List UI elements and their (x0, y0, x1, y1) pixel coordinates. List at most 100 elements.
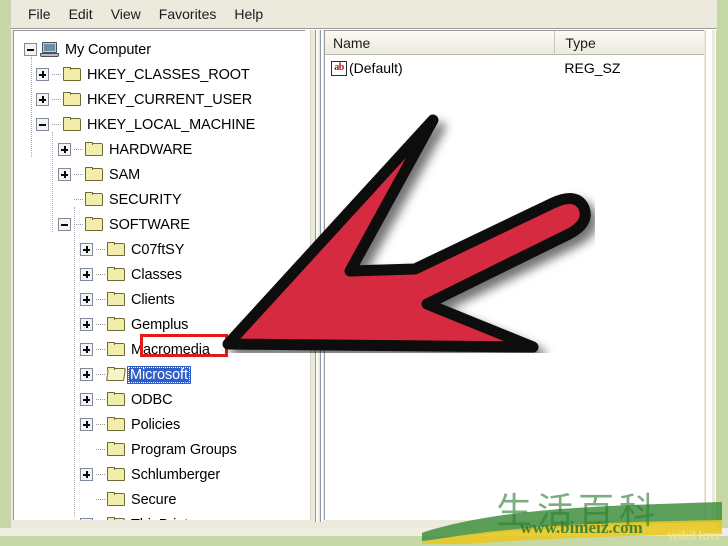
expand-icon-hardware[interactable] (58, 143, 71, 156)
folder-icon (107, 267, 126, 282)
tree-node-thinprint[interactable]: ThinPrint (24, 512, 305, 520)
tree-node-microsoft[interactable]: Microsoft (24, 362, 305, 387)
tree-node-label: ThinPrint (127, 517, 188, 521)
expand-icon-thinprint[interactable] (80, 518, 93, 520)
tree-pane-scrollbar[interactable] (305, 30, 311, 520)
collapse-icon-hkey-local-machine[interactable] (36, 118, 49, 131)
value-type-cell: REG_SZ (564, 60, 621, 76)
page-band-green (0, 536, 728, 546)
tree-node-c07ftsy[interactable]: C07ftSY (24, 237, 305, 262)
menu-item-edit[interactable]: Edit (60, 3, 102, 25)
column-header-type[interactable]: Type (554, 31, 704, 55)
folder-icon (107, 242, 126, 257)
tree-connector (96, 424, 105, 425)
tree-node-label: C07ftSY (131, 241, 185, 258)
folder-icon (107, 492, 126, 507)
expand-icon-schlumberger[interactable] (80, 468, 93, 481)
folder-icon (63, 67, 82, 82)
expander-placeholder (80, 443, 93, 456)
tree-node-gemplus[interactable]: Gemplus (24, 312, 305, 337)
values-pane-scrollbar[interactable] (705, 30, 712, 520)
expand-icon-gemplus[interactable] (80, 318, 93, 331)
folder-icon (107, 442, 126, 457)
tree-connector (52, 124, 61, 125)
value-name-text: (Default) (349, 60, 403, 76)
column-header-name[interactable]: Name (325, 31, 554, 55)
tree-connector (74, 174, 83, 175)
page-canvas: File Edit View Favorites Help My Compute… (0, 0, 728, 546)
collapse-icon-software[interactable] (58, 218, 71, 231)
tree-node-label-selected: Microsoft (127, 365, 191, 384)
tree-node-schlumberger[interactable]: Schlumberger (24, 462, 305, 487)
expand-icon-clients[interactable] (80, 293, 93, 306)
tree-connector (96, 374, 105, 375)
tree-node-odbc[interactable]: ODBC (24, 387, 305, 412)
page-band-cream (0, 528, 728, 536)
table-row[interactable]: ab (Default) REG_SZ (325, 55, 704, 81)
tree-node-my-computer[interactable]: My Computer (24, 37, 305, 62)
expander-placeholder (80, 493, 93, 506)
tree-node-program-groups[interactable]: Program Groups (24, 437, 305, 462)
tree-node-security[interactable]: SECURITY (24, 187, 305, 212)
tree-node-macromedia[interactable]: Macromedia (24, 337, 305, 362)
tree-node-label: HKEY_LOCAL_MACHINE (87, 116, 256, 133)
menu-item-view[interactable]: View (102, 3, 150, 25)
string-value-icon: ab (331, 60, 347, 76)
expand-icon-c07ftsy[interactable] (80, 243, 93, 256)
tree-node-hkey-classes-root[interactable]: HKEY_CLASSES_ROOT (24, 62, 305, 87)
folder-icon (85, 217, 104, 232)
tree-node-policies[interactable]: Policies (24, 412, 305, 437)
tree-node-label: Gemplus (131, 316, 189, 333)
tree-connector (96, 249, 105, 250)
tree-node-label: Secure (131, 491, 177, 508)
tree-node-label: Macromedia (131, 341, 210, 358)
menu-item-file[interactable]: File (19, 3, 60, 25)
tree-connector (96, 299, 105, 300)
registry-tree-pane[interactable]: My Computer HKEY_CLASSES_ROOT HKEY_CURRE… (13, 30, 305, 520)
tree-node-label: SECURITY (109, 191, 182, 208)
tree-node-label: Policies (131, 416, 181, 433)
folder-icon (107, 292, 126, 307)
folder-icon (63, 92, 82, 107)
tree-node-clients[interactable]: Clients (24, 287, 305, 312)
tree-connector (52, 74, 61, 75)
collapse-icon-my-computer[interactable] (24, 43, 37, 56)
tree-connector (74, 199, 83, 200)
folder-icon (107, 342, 126, 357)
editor-panes: My Computer HKEY_CLASSES_ROOT HKEY_CURRE… (11, 30, 717, 528)
tree-connector (52, 99, 61, 100)
tree-connector (96, 274, 105, 275)
tree-node-hkey-current-user[interactable]: HKEY_CURRENT_USER (24, 87, 305, 112)
pane-splitter[interactable] (314, 30, 324, 522)
expand-icon-policies[interactable] (80, 418, 93, 431)
values-column-header: Name Type (325, 31, 704, 55)
tree-node-secure[interactable]: Secure (24, 487, 305, 512)
folder-icon (107, 317, 126, 332)
tree-node-label: SAM (109, 166, 141, 183)
registry-editor-window: File Edit View Favorites Help My Compute… (10, 0, 717, 528)
menu-item-favorites[interactable]: Favorites (150, 3, 226, 25)
menu-item-help[interactable]: Help (225, 3, 272, 25)
tree-node-hkey-local-machine[interactable]: HKEY_LOCAL_MACHINE (24, 112, 305, 137)
expand-icon-odbc[interactable] (80, 393, 93, 406)
tree-node-label: Program Groups (131, 441, 237, 458)
tree-node-sam[interactable]: SAM (24, 162, 305, 187)
tree-connector (96, 399, 105, 400)
expand-icon-classes[interactable] (80, 268, 93, 281)
folder-icon (63, 117, 82, 132)
tree-node-label: Schlumberger (131, 466, 221, 483)
expand-icon-macromedia[interactable] (80, 343, 93, 356)
tree-node-hardware[interactable]: HARDWARE (24, 137, 305, 162)
folder-icon (107, 467, 126, 482)
registry-values-pane[interactable]: Name Type ab (Default) REG_SZ (324, 30, 704, 520)
expand-icon-hkey-classes-root[interactable] (36, 68, 49, 81)
expand-icon-hkey-current-user[interactable] (36, 93, 49, 106)
tree-node-label: Classes (131, 266, 182, 283)
expand-icon-microsoft[interactable] (80, 368, 93, 381)
tree-connector (74, 149, 83, 150)
tree-node-software[interactable]: SOFTWARE (24, 212, 305, 237)
tree-connector (74, 224, 83, 225)
tree-node-classes[interactable]: Classes (24, 262, 305, 287)
folder-icon (85, 142, 104, 157)
expand-icon-sam[interactable] (58, 168, 71, 181)
